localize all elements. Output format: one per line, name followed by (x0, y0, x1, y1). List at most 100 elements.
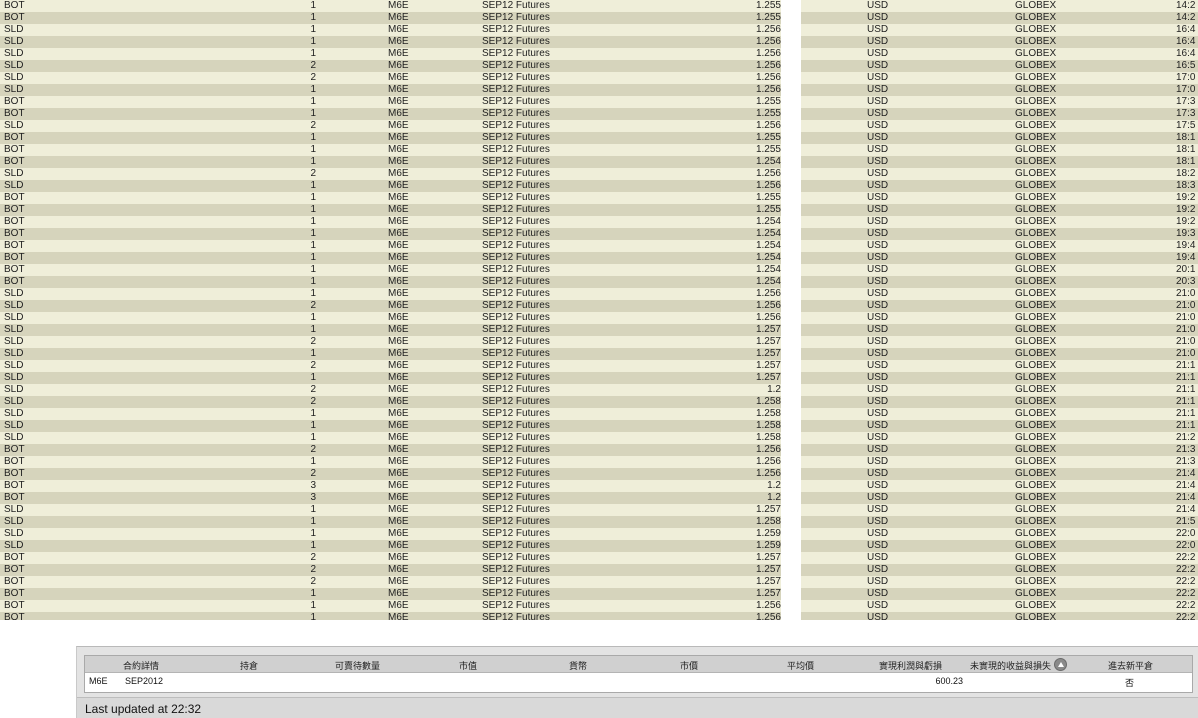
trade-row[interactable]: SLD 1 M6E SEP12 Futures 1.257 USD GLOBEX 21:0 (0, 324, 1198, 336)
trade-row[interactable]: SLD 1 M6E SEP12 Futures 1.257 USD GLOBEX 21:1 (0, 372, 1198, 384)
trade-exchange: GLOBEX (1015, 312, 1057, 323)
header-realized-pnl[interactable]: 實現利潤與虧損 (879, 659, 942, 672)
trade-description: SEP12 Futures (482, 132, 550, 143)
trade-row[interactable]: SLD 1 M6E SEP12 Futures 1.257 USD GLOBEX 21:0 (0, 348, 1198, 360)
trade-row[interactable]: BOT 1 M6E SEP12 Futures 1.255 USD GLOBEX 17:3 (0, 96, 1198, 108)
trade-row[interactable]: BOT 1 M6E SEP12 Futures 1.254 USD GLOBEX 20:1 (0, 264, 1198, 276)
trade-row[interactable]: BOT 1 M6E SEP12 Futures 1.256 USD GLOBEX 22:2 (0, 612, 1198, 620)
trade-row[interactable]: SLD 1 M6E SEP12 Futures 1.259 USD GLOBEX 22:0 (0, 540, 1198, 552)
trade-row[interactable]: SLD 1 M6E SEP12 Futures 1.256 USD GLOBEX 16:4 (0, 48, 1198, 60)
trade-symbol: M6E (388, 240, 409, 251)
trade-price: 1.255 (755, 204, 781, 215)
trade-row[interactable]: SLD 1 M6E SEP12 Futures 1.256 USD GLOBEX 16:4 (0, 24, 1198, 36)
trade-row[interactable]: SLD 2 M6E SEP12 Futures 1.256 USD GLOBEX 16:5 (0, 60, 1198, 72)
trade-row[interactable]: BOT 1 M6E SEP12 Futures 1.254 USD GLOBEX 19:3 (0, 228, 1198, 240)
trade-row[interactable]: BOT 3 M6E SEP12 Futures 1.2 USD GLOBEX 21:4 (0, 492, 1198, 504)
trade-currency: USD (867, 600, 889, 611)
header-avg-price[interactable]: 平均價 (787, 659, 814, 672)
portfolio-table: 合約詳情 持倉 可賣待數量 市值 貨幣 市價 平均價 實現利潤與虧損 未實現的收… (84, 655, 1193, 693)
trade-description: SEP12 Futures (482, 600, 550, 611)
trade-exchange: GLOBEX (1015, 612, 1057, 620)
trade-row[interactable]: SLD 1 M6E SEP12 Futures 1.256 USD GLOBEX 18:3 (0, 180, 1198, 192)
trade-currency: USD (867, 180, 889, 191)
trade-row[interactable]: BOT 1 M6E SEP12 Futures 1.254 USD GLOBEX 20:3 (0, 276, 1198, 288)
trade-action: SLD (4, 504, 24, 515)
trade-time: 21:2 (1176, 432, 1196, 443)
trade-row[interactable]: BOT 1 M6E SEP12 Futures 1.254 USD GLOBEX 19:4 (0, 240, 1198, 252)
trade-row[interactable]: BOT 1 M6E SEP12 Futures 1.254 USD GLOBEX 19:2 (0, 216, 1198, 228)
trade-time: 16:4 (1176, 48, 1196, 59)
trade-row[interactable]: BOT 1 M6E SEP12 Futures 1.257 USD GLOBEX 22:2 (0, 588, 1198, 600)
trade-row[interactable]: BOT 2 M6E SEP12 Futures 1.257 USD GLOBEX 22:2 (0, 564, 1198, 576)
header-unrealized-pnl[interactable]: 未實現的收益與損失 (970, 658, 1068, 673)
trade-price: 1.257 (755, 372, 781, 383)
header-position[interactable]: 持倉 (240, 659, 258, 672)
trade-exchange: GLOBEX (1015, 360, 1057, 371)
portfolio-row[interactable]: M6E SEP2012 600.23 否 (85, 674, 1192, 689)
trade-exchange: GLOBEX (1015, 516, 1057, 527)
trade-exchange: GLOBEX (1015, 384, 1057, 395)
trade-row[interactable]: BOT 2 M6E SEP12 Futures 1.257 USD GLOBEX 22:2 (0, 576, 1198, 588)
trade-quantity: 1 (310, 252, 316, 263)
trade-row[interactable]: BOT 2 M6E SEP12 Futures 1.256 USD GLOBEX 21:4 (0, 468, 1198, 480)
header-market-price[interactable]: 市價 (680, 659, 698, 672)
trade-row[interactable]: BOT 1 M6E SEP12 Futures 1.254 USD GLOBEX 18:1 (0, 156, 1198, 168)
trade-symbol: M6E (388, 612, 409, 620)
trade-currency: USD (867, 204, 889, 215)
trade-row[interactable]: SLD 1 M6E SEP12 Futures 1.256 USD GLOBEX 17:0 (0, 84, 1198, 96)
trade-row[interactable]: SLD 2 M6E SEP12 Futures 1.256 USD GLOBEX 17:0 (0, 72, 1198, 84)
trade-exchange: GLOBEX (1015, 576, 1057, 587)
trade-row[interactable]: SLD 1 M6E SEP12 Futures 1.256 USD GLOBEX 16:4 (0, 36, 1198, 48)
trade-symbol: M6E (388, 360, 409, 371)
trade-row[interactable]: BOT 1 M6E SEP12 Futures 1.255 USD GLOBEX 18:1 (0, 132, 1198, 144)
trade-row[interactable]: SLD 1 M6E SEP12 Futures 1.257 USD GLOBEX 21:4 (0, 504, 1198, 516)
header-contract[interactable]: 合約詳情 (123, 659, 159, 672)
trade-currency: USD (867, 288, 889, 299)
trade-row[interactable]: SLD 1 M6E SEP12 Futures 1.258 USD GLOBEX 21:5 (0, 516, 1198, 528)
trade-row[interactable]: SLD 2 M6E SEP12 Futures 1.2 USD GLOBEX 21:1 (0, 384, 1198, 396)
trade-row[interactable]: SLD 1 M6E SEP12 Futures 1.259 USD GLOBEX 22:0 (0, 528, 1198, 540)
trade-exchange: GLOBEX (1015, 528, 1057, 539)
trade-row[interactable]: BOT 1 M6E SEP12 Futures 1.254 USD GLOBEX 19:4 (0, 252, 1198, 264)
trade-row[interactable]: SLD 2 M6E SEP12 Futures 1.257 USD GLOBEX 21:0 (0, 336, 1198, 348)
trade-row[interactable]: SLD 1 M6E SEP12 Futures 1.256 USD GLOBEX 21:0 (0, 288, 1198, 300)
trade-description: SEP12 Futures (482, 528, 550, 539)
trade-time: 22:0 (1176, 528, 1196, 539)
trade-exchange: GLOBEX (1015, 468, 1057, 479)
trade-row[interactable]: SLD 1 M6E SEP12 Futures 1.256 USD GLOBEX 21:0 (0, 312, 1198, 324)
trade-row[interactable]: BOT 1 M6E SEP12 Futures 1.255 USD GLOBEX 19:2 (0, 192, 1198, 204)
trade-time: 22:2 (1176, 588, 1196, 599)
trade-row[interactable]: SLD 1 M6E SEP12 Futures 1.258 USD GLOBEX 21:2 (0, 432, 1198, 444)
trade-row[interactable]: BOT 2 M6E SEP12 Futures 1.256 USD GLOBEX 21:3 (0, 444, 1198, 456)
trade-row[interactable]: SLD 2 M6E SEP12 Futures 1.257 USD GLOBEX 21:1 (0, 360, 1198, 372)
trade-row[interactable]: SLD 1 M6E SEP12 Futures 1.258 USD GLOBEX 21:1 (0, 420, 1198, 432)
trade-row[interactable]: SLD 2 M6E SEP12 Futures 1.256 USD GLOBEX 17:5 (0, 120, 1198, 132)
header-currency[interactable]: 貨幣 (569, 659, 587, 672)
sort-ascending-icon[interactable] (1054, 658, 1068, 672)
trade-action: BOT (4, 576, 25, 587)
trade-row[interactable]: BOT 1 M6E SEP12 Futures 1.256 USD GLOBEX 21:3 (0, 456, 1198, 468)
trade-row[interactable]: SLD 1 M6E SEP12 Futures 1.258 USD GLOBEX 21:1 (0, 408, 1198, 420)
trade-row[interactable]: SLD 2 M6E SEP12 Futures 1.258 USD GLOBEX 21:1 (0, 396, 1198, 408)
trade-row[interactable]: BOT 2 M6E SEP12 Futures 1.257 USD GLOBEX 22:2 (0, 552, 1198, 564)
trade-currency: USD (867, 612, 889, 620)
trade-time: 17:0 (1176, 72, 1196, 83)
trade-row[interactable]: SLD 2 M6E SEP12 Futures 1.256 USD GLOBEX 18:2 (0, 168, 1198, 180)
trade-description: SEP12 Futures (482, 144, 550, 155)
trade-row[interactable]: BOT 1 M6E SEP12 Futures 1.255 USD GLOBEX 14:2 (0, 0, 1198, 12)
trade-row[interactable]: BOT 3 M6E SEP12 Futures 1.2 USD GLOBEX 21:4 (0, 480, 1198, 492)
trade-row[interactable]: BOT 1 M6E SEP12 Futures 1.255 USD GLOBEX 17:3 (0, 108, 1198, 120)
portfolio-panel: 合約詳情 持倉 可賣待數量 市值 貨幣 市價 平均價 實現利潤與虧損 未實現的收… (76, 646, 1198, 718)
trade-price: 1.255 (755, 12, 781, 23)
trade-row[interactable]: BOT 1 M6E SEP12 Futures 1.256 USD GLOBEX 22:2 (0, 600, 1198, 612)
header-available-qty[interactable]: 可賣待數量 (335, 659, 380, 672)
trade-row[interactable]: BOT 1 M6E SEP12 Futures 1.255 USD GLOBEX 14:2 (0, 12, 1198, 24)
trade-row[interactable]: SLD 2 M6E SEP12 Futures 1.256 USD GLOBEX 21:0 (0, 300, 1198, 312)
header-market-value[interactable]: 市值 (459, 659, 477, 672)
trade-action: SLD (4, 408, 24, 419)
header-closable[interactable]: 進去新平倉 (1108, 659, 1153, 672)
trade-row[interactable]: BOT 1 M6E SEP12 Futures 1.255 USD GLOBEX 18:1 (0, 144, 1198, 156)
trade-price: 1.257 (755, 576, 781, 587)
trade-quantity: 2 (310, 336, 316, 347)
trade-row[interactable]: BOT 1 M6E SEP12 Futures 1.255 USD GLOBEX 19:2 (0, 204, 1198, 216)
